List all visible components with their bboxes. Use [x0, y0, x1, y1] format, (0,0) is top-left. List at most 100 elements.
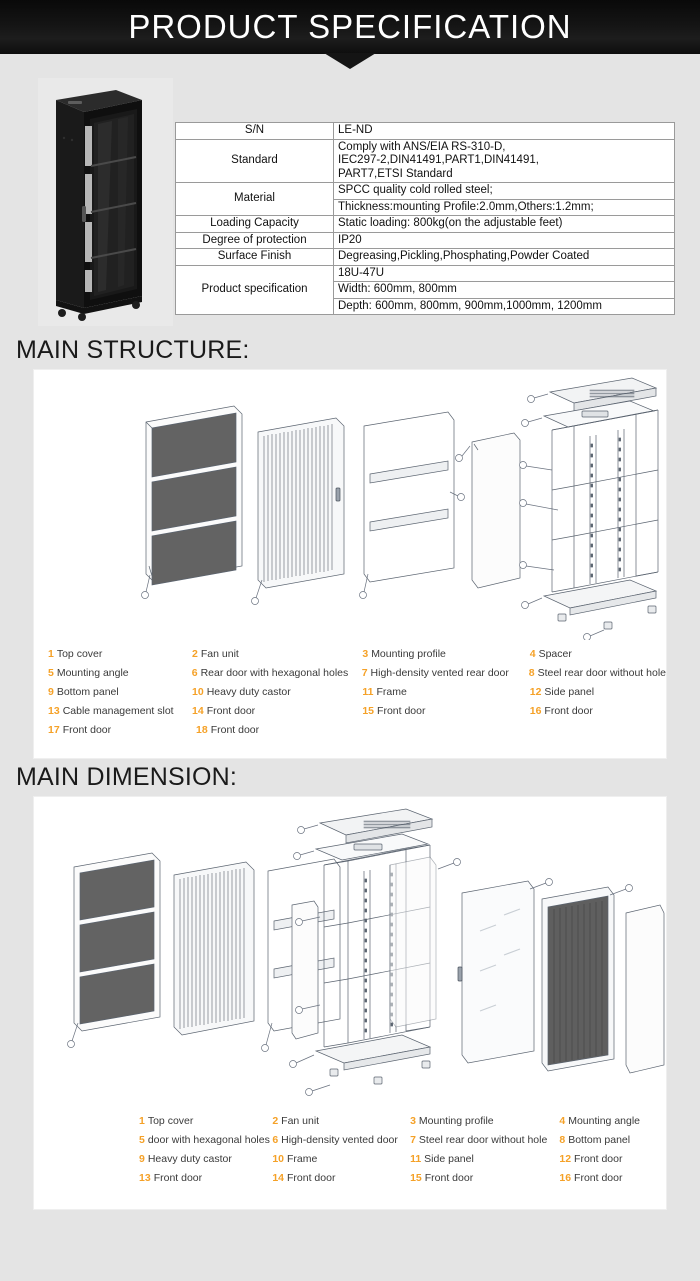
legend-number: 6: [272, 1134, 279, 1146]
spec-value-line: PART7,ETSI Standard: [338, 167, 453, 180]
legend-number: 1: [139, 1115, 145, 1127]
list-item: 11 Frame: [362, 684, 529, 700]
table-row: Standard Comply with ANS/EIA RS-310-D, I…: [175, 138, 675, 183]
list-item: 16 Front door: [530, 703, 666, 719]
legend-number: 14: [272, 1172, 284, 1184]
legend-label: High-density vented rear door: [370, 667, 509, 679]
spec-value-line: LE-ND: [338, 124, 373, 136]
legend-label: Fan unit: [281, 1115, 320, 1127]
section-heading-main-structure: MAIN STRUCTURE:: [16, 336, 250, 364]
legend-label: Front door: [574, 1153, 623, 1165]
legend-number: 4: [529, 648, 536, 660]
legend-number: 11: [410, 1153, 422, 1165]
legend-number: 1: [48, 648, 54, 660]
exploded-view-structure-drawing: [34, 370, 666, 640]
legend-row: 1 Top cover 2 Fan unit 3 Mounting profile 4…: [48, 646, 666, 662]
legend-label: Front door: [153, 1172, 203, 1184]
section-heading-main-dimension: MAIN DIMENSION:: [16, 763, 238, 791]
list-item: 10 Heavy duty castor: [192, 684, 362, 700]
legend-label: Side panel: [544, 686, 595, 698]
table-row: Product specification 18U-47U: [175, 264, 675, 315]
table-row: S/N LE-ND: [175, 122, 675, 140]
list-item: 12 Side panel: [530, 684, 666, 700]
list-item: 4 Mounting angle: [559, 1113, 666, 1129]
legend-number: 6: [191, 667, 198, 679]
legend-number: 2: [192, 648, 198, 660]
legend-label: Mounting profile: [418, 1115, 494, 1127]
exploded-view-dimension-drawing: [34, 797, 666, 1107]
list-item: 14 Front door: [192, 703, 362, 719]
legend-label: Steel rear door without hole: [418, 1134, 548, 1146]
legend-label: Front door: [574, 1172, 623, 1184]
header-banner: PRODUCT SPECIFICATION: [0, 0, 700, 54]
legend-label: Bottom panel: [568, 1134, 631, 1146]
table-row: Degree of protection IP20: [175, 231, 675, 249]
list-item: 13 Cable management slot: [48, 703, 192, 719]
legend-row: 5 Mounting angle 6 Rear door with hexagona…: [48, 665, 666, 681]
legend-number: 16: [529, 705, 542, 717]
legend-label: Mounting profile: [371, 648, 446, 660]
spec-value: LE-ND: [333, 122, 675, 140]
spec-value: Degreasing,Pickling,Phosphating,Powder C…: [333, 248, 675, 266]
spec-value: IP20: [333, 231, 675, 249]
legend-number: 16: [559, 1172, 572, 1184]
legend-label: Front door: [206, 705, 256, 717]
spec-key: S/N: [175, 122, 334, 140]
legend-number: 18: [196, 724, 208, 736]
list-item: 11 Side panel: [410, 1151, 559, 1167]
spec-key: Standard: [175, 138, 334, 183]
main-dimension-diagram: [34, 797, 666, 1107]
legend-label: Bottom panel: [56, 686, 119, 698]
header-notch-triangle: [324, 53, 376, 69]
legend-label: Side panel: [424, 1153, 474, 1165]
list-item: 16 Front door: [559, 1170, 666, 1186]
spec-value: Comply with ANS/EIA RS-310-D, IEC297-2,D…: [333, 138, 675, 183]
spec-value: 18U-47U: [333, 264, 675, 282]
list-item: 12 Front door: [559, 1151, 666, 1167]
legend-label: Frame: [376, 686, 407, 698]
spec-key: Degree of protection: [175, 231, 334, 249]
spec-key: Product specification: [175, 264, 334, 315]
spec-key: Loading Capacity: [175, 215, 334, 233]
legend-number: 13: [139, 1172, 151, 1184]
legend-number: 5: [48, 667, 54, 679]
legend-label: Front door: [62, 724, 112, 736]
legend-row: 13 Front door 14 Front door 15 Front door 1…: [139, 1170, 666, 1186]
list-item: 17 Front door: [48, 722, 196, 738]
legend-label: Fan unit: [200, 648, 239, 660]
legend-number: 7: [361, 667, 368, 679]
legend-label: Front door: [377, 705, 426, 717]
list-item: 10 Frame: [272, 1151, 410, 1167]
legend-number: 9: [139, 1153, 145, 1165]
page-title: PRODUCT SPECIFICATION: [128, 8, 572, 45]
legend-row: 17 Front door 18 Front door: [48, 722, 666, 738]
legend-label: Front door: [210, 724, 260, 736]
legend-number: 10: [272, 1153, 284, 1165]
legend-label: High-density vented door: [281, 1134, 398, 1146]
list-item: 5 Mounting angle: [48, 665, 192, 681]
list-item: 15 Front door: [362, 703, 529, 719]
legend-number: 17: [48, 724, 60, 736]
legend-number: 8: [559, 1134, 566, 1146]
legend-number: 15: [410, 1172, 422, 1184]
main-dimension-legend: 1 Top cover 2 Fan unit 3 Mounting profile 4…: [34, 1107, 666, 1199]
legend-number: 4: [559, 1115, 566, 1127]
legend-number: 2: [272, 1115, 279, 1127]
legend-row: 13 Cable management slot 14 Front door 15 F…: [48, 703, 666, 719]
legend-label: door with hexagonal holes: [147, 1134, 270, 1146]
table-row: Surface Finish Degreasing,Pickling,Phosp…: [175, 248, 675, 266]
legend-number: 9: [48, 686, 54, 698]
specification-table: S/N LE-ND Standard Comply with ANS/EIA R…: [175, 122, 675, 315]
legend-number: 10: [192, 686, 204, 698]
legend-number: 3: [362, 648, 369, 660]
spec-value: Static loading: 800kg(on the adjustable …: [333, 215, 675, 233]
product-overview-section: S/N LE-ND Standard Comply with ANS/EIA R…: [0, 70, 700, 332]
legend-label: Steel rear door without hole: [537, 667, 666, 679]
list-item: 7 High-density vented rear door: [362, 665, 529, 681]
legend-label: Rear door with hexagonal holes: [200, 667, 349, 679]
legend-label: Heavy duty castor: [206, 686, 291, 698]
legend-label: Top cover: [56, 648, 103, 660]
list-item: 1 Top cover: [139, 1113, 272, 1129]
list-item: 6 Rear door with hexagonal holes: [192, 665, 362, 681]
main-structure-legend: 1 Top cover 2 Fan unit 3 Mounting profile 4…: [34, 640, 666, 751]
